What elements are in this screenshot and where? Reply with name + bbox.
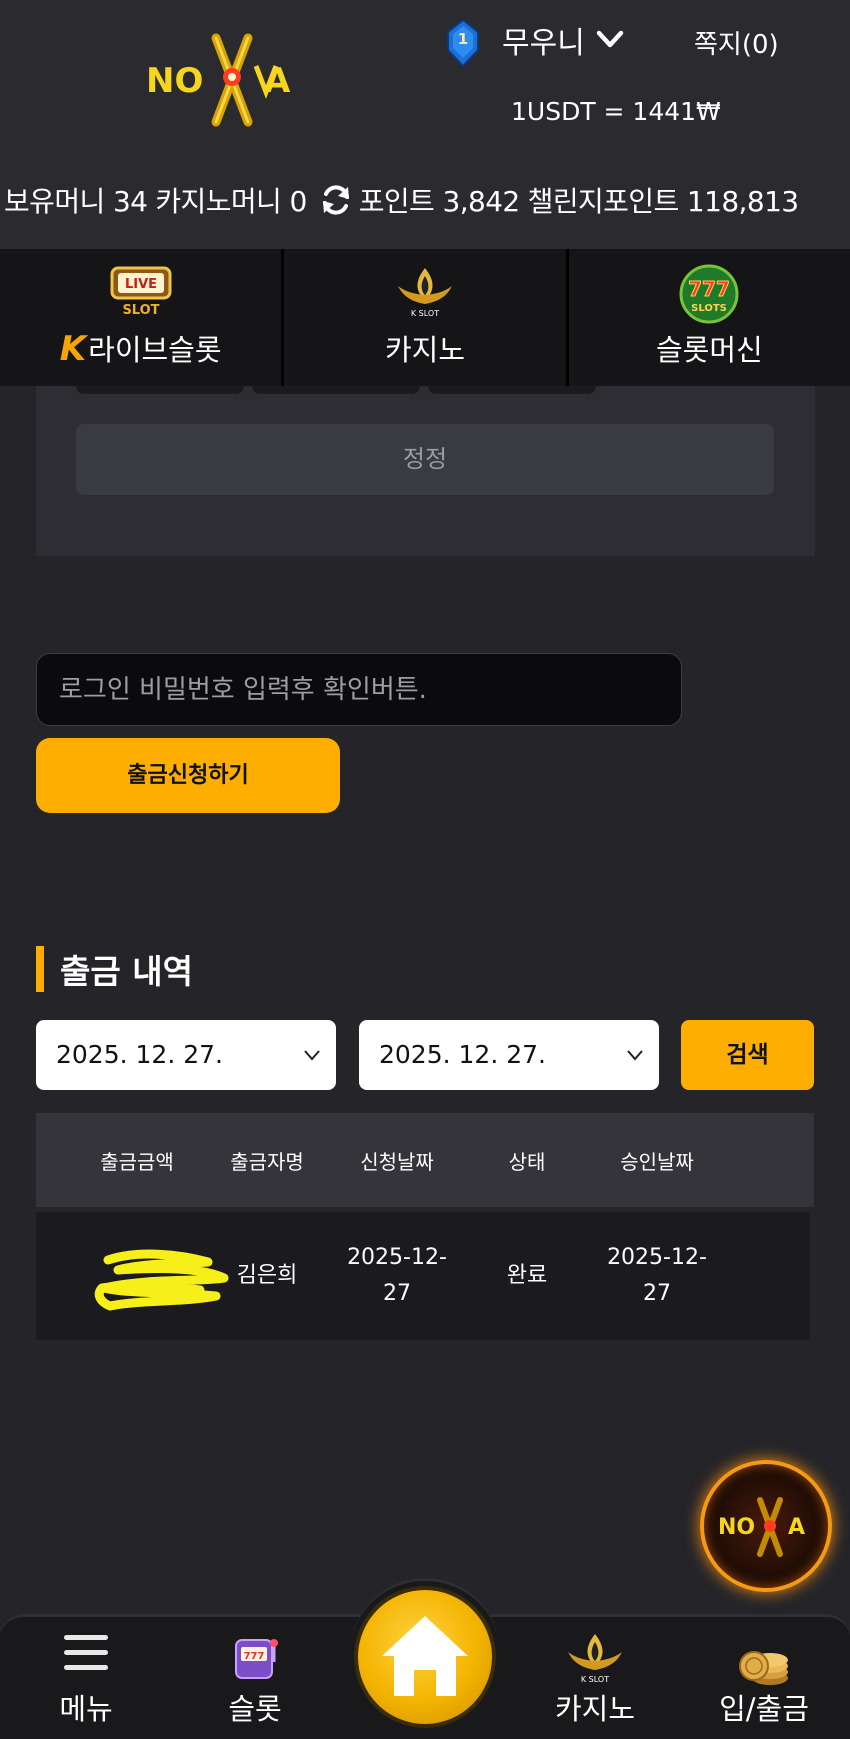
withdraw-request-button[interactable]: 출금신청하기 (36, 738, 340, 813)
challenge-points: 챌린지포인트 118,813 (527, 185, 799, 218)
redaction-scribble (94, 1249, 229, 1311)
nav-deposit-withdraw[interactable]: 입/출금 (684, 1614, 844, 1739)
status-cell: 완료 (506, 1263, 548, 1288)
date-to-value: 2025. 12. 27. (379, 1040, 546, 1069)
svg-text:A: A (788, 1515, 805, 1540)
svg-text:LIVE: LIVE (125, 277, 157, 292)
messages-link[interactable]: 쪽지(0) (694, 24, 779, 61)
svg-text:NO: NO (146, 61, 203, 101)
table-header: 출금금액 출금자명 신청날짜 상태 승인날짜 (36, 1113, 814, 1207)
search-button[interactable]: 검색 (681, 1020, 814, 1090)
approve-date-cell: 2025-12- 27 (607, 1245, 707, 1306)
nav-label: 메뉴 (59, 1692, 113, 1726)
exchange-rate: 1USDT = 1441₩ (511, 97, 721, 126)
balance-bar: 보유머니 34 카지노머니 0 포인트 3,842 챌린지포인트 118,813 (0, 178, 850, 222)
category-casino[interactable]: K SLOT 카지노 (284, 249, 569, 386)
panel-tab[interactable] (252, 386, 420, 394)
live-slot-icon: LIVE SLOT (110, 266, 172, 318)
hamburger-menu-icon (64, 1635, 108, 1670)
username[interactable]: 무우니 (502, 18, 585, 62)
correct-button[interactable]: 정정 (76, 424, 774, 495)
nav-label: 입/출금 (719, 1692, 809, 1726)
chevron-down-icon (627, 1050, 643, 1061)
slot-machine-icon: 777 (235, 1639, 278, 1679)
level-badge: 1 (446, 18, 480, 68)
nav-slot[interactable]: 777 슬롯 (175, 1614, 335, 1739)
nav-label: 카지노 (554, 1692, 636, 1726)
casino-money: 카지노머니 0 (155, 185, 307, 218)
home-button[interactable] (358, 1590, 492, 1724)
column-header: 신청날짜 (360, 1149, 434, 1174)
svg-text:K SLOT: K SLOT (411, 309, 439, 318)
svg-text:NO: NO (718, 1515, 755, 1540)
floating-nova-button[interactable]: NO A (700, 1460, 832, 1592)
k-brand-icon: K (59, 329, 87, 369)
request-date-cell: 2025-12- 27 (347, 1245, 447, 1306)
nav-label: 슬롯 (228, 1692, 282, 1726)
date-to-select[interactable]: 2025. 12. 27. (359, 1020, 659, 1090)
home-icon (382, 1616, 468, 1696)
nova-logo-icon: NO A (718, 1497, 805, 1557)
slots-777-icon: 777 SLOTS (679, 264, 739, 324)
category-slot-machine[interactable]: 777 SLOTS 슬롯머신 (569, 249, 850, 386)
category-label: K라이브슬롯 (59, 329, 222, 369)
nav-casino[interactable]: K SLOT 카지노 (515, 1614, 675, 1739)
category-label: 카지노 (384, 333, 466, 367)
level-number: 1 (457, 30, 469, 48)
column-header: 출금금액 (100, 1149, 174, 1174)
panel-tab[interactable] (76, 386, 244, 394)
coins-icon (739, 1651, 788, 1685)
category-label: 슬롯머신 (655, 333, 763, 367)
svg-text:777: 777 (688, 277, 730, 301)
holding-money: 보유머니 34 (4, 185, 148, 218)
column-header: 출금자명 (230, 1149, 304, 1174)
refresh-icon[interactable] (319, 183, 353, 217)
category-live-slot[interactable]: LIVE SLOT K라이브슬롯 (0, 249, 285, 386)
k-slot-icon: K SLOT (397, 268, 452, 318)
chevron-down-icon[interactable] (595, 27, 625, 51)
panel-tab[interactable] (428, 386, 596, 394)
svg-text:SLOT: SLOT (122, 303, 159, 318)
k-slot-icon: K SLOT (568, 1634, 622, 1684)
column-header: 승인날짜 (620, 1149, 694, 1174)
nova-logo[interactable]: NO A (146, 30, 318, 130)
nav-menu[interactable]: 메뉴 (6, 1614, 166, 1739)
svg-text:777: 777 (244, 1651, 265, 1662)
date-from-value: 2025. 12. 27. (56, 1040, 223, 1069)
section-title: 출금 내역 (60, 952, 193, 991)
section-accent-bar (36, 946, 44, 992)
password-input[interactable] (36, 653, 682, 726)
points: 포인트 3,842 (358, 185, 521, 218)
category-nav: LIVE SLOT K라이브슬롯 K SLOT 카지노 777 SLOTS 슬롯… (0, 249, 850, 386)
date-from-select[interactable]: 2025. 12. 27. (36, 1020, 336, 1090)
svg-text:K SLOT: K SLOT (581, 1675, 609, 1684)
svg-text:SLOTS: SLOTS (691, 303, 727, 314)
top-header: NO A 1 무우니 쪽지(0) 1USDT = 1441₩ 보유머니 34 카… (0, 0, 850, 249)
column-header: 상태 (508, 1149, 546, 1174)
chevron-down-icon (304, 1050, 320, 1061)
